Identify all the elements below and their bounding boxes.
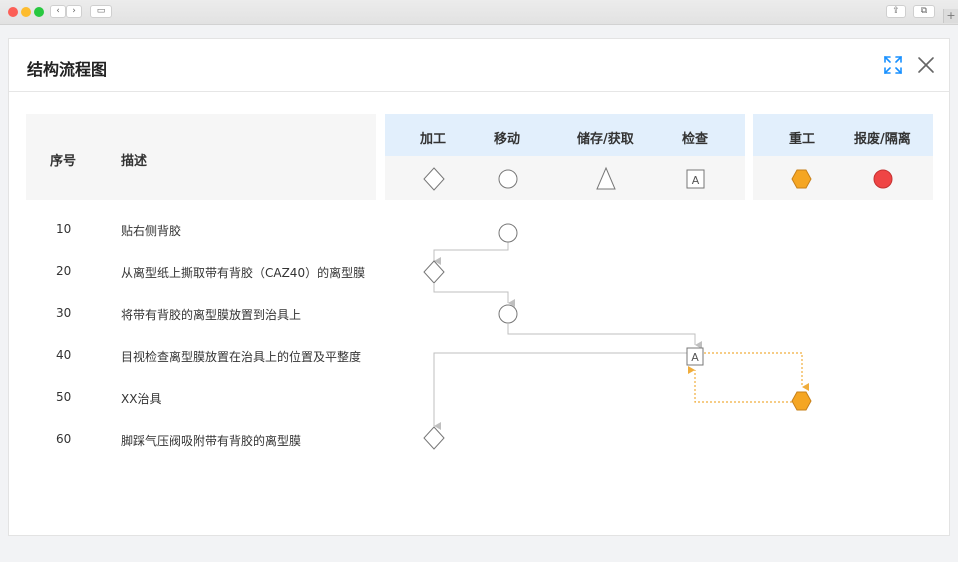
flow-line <box>433 284 515 307</box>
sidebar-icon[interactable]: ▭ <box>90 5 112 18</box>
diamond-icon <box>423 167 445 191</box>
back-icon[interactable]: ‹ <box>50 5 66 18</box>
rework-return-line <box>688 366 792 403</box>
triangle-icon <box>596 166 616 190</box>
tabs-icon[interactable]: ⧉ <box>913 5 935 18</box>
row-symbol-process <box>423 426 445 450</box>
browser-toolbar: ‹ › ▭ ⇪ ⧉ + <box>0 0 958 25</box>
share-icon[interactable]: ⇪ <box>886 5 906 18</box>
orange-hexagon-icon <box>791 169 812 189</box>
minimize-window-button[interactable] <box>21 7 31 17</box>
circle-icon <box>498 169 518 189</box>
flow-line <box>433 242 509 265</box>
flow-diagram: A A <box>423 166 893 450</box>
new-tab-icon[interactable]: + <box>943 9 958 23</box>
square-a-icon: A <box>686 169 705 189</box>
red-circle-icon <box>873 169 893 189</box>
row-symbol-move <box>498 223 518 243</box>
flow-line <box>507 324 702 349</box>
svg-text:A: A <box>691 351 699 364</box>
zoom-window-button[interactable] <box>34 7 44 17</box>
row-symbol-inspect: A <box>686 347 704 366</box>
flowchart-dialog: 结构流程图 序号 描述 加工 移动 储存/获取 检查 重工 报废/隔离 10 贴… <box>8 38 950 536</box>
close-window-button[interactable] <box>8 7 18 17</box>
svg-text:A: A <box>692 174 700 187</box>
row-symbol-rework <box>791 391 812 411</box>
row-symbol-process <box>423 260 445 284</box>
row-symbol-move <box>498 304 518 324</box>
rework-line <box>704 352 809 391</box>
forward-icon[interactable]: › <box>66 5 82 18</box>
flow-line <box>433 352 687 430</box>
